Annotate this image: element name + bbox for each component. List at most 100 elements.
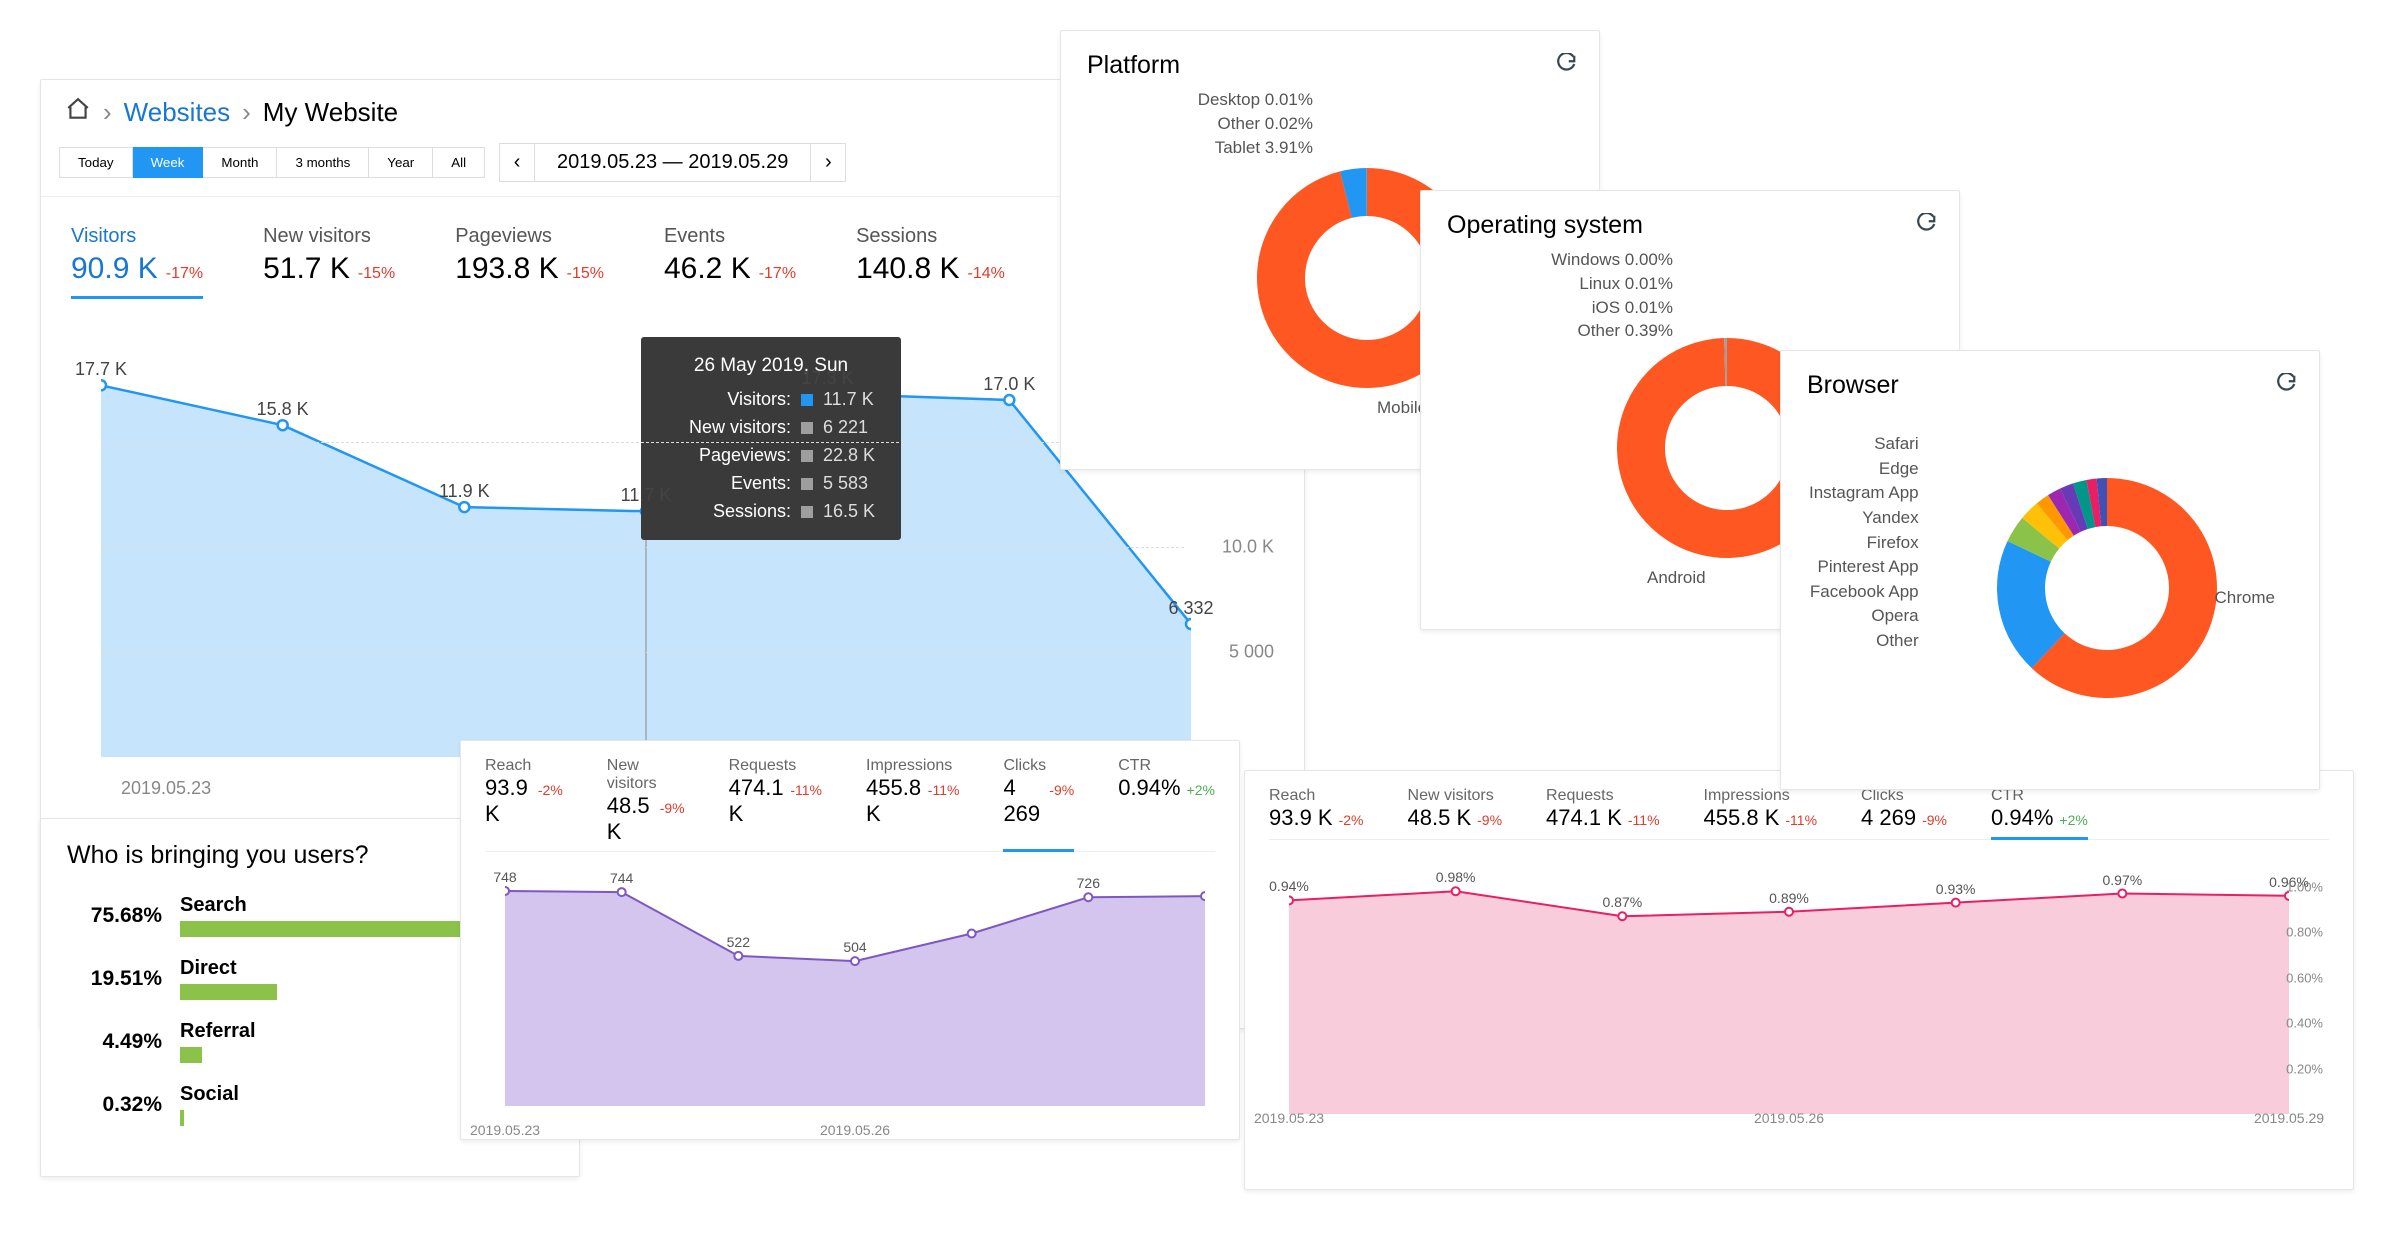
mini-metric-value: 48.5 K -9% [1408,805,1503,831]
breadcrumb-separator: › [103,97,112,128]
donut-label: Yandex [1809,506,1919,531]
period-3months[interactable]: 3 months [277,147,369,178]
tooltip-row: Visitors: 11.7 K [663,386,879,414]
traffic-source-bar [180,1110,184,1126]
refresh-icon[interactable] [2275,373,2297,395]
mini-metric-value: 0.94% +2% [1991,805,2088,831]
mini-metric-clicks[interactable]: Clicks 4 269 -9% [1003,757,1074,852]
mini-metric-value: 455.8 K -11% [866,775,959,827]
mini-metric-reach[interactable]: Reach 93.9 K -2% [485,757,563,845]
mini-metric-requests[interactable]: Requests 474.1 K -11% [729,757,822,845]
browser-card-title: Browser [1807,371,2293,400]
metric-value: 140.8 K -14% [856,252,1005,286]
refresh-icon[interactable] [1555,53,1577,75]
metric-delta: -17% [759,265,796,283]
mini-metric-label: Requests [729,757,822,775]
metric-delta: -15% [358,265,395,283]
mini-metrics-row: Reach 93.9 K -2% New visitors 48.5 K -9% R… [1269,787,2329,840]
mini-metric-new-visitors[interactable]: New visitors 48.5 K -9% [1408,787,1503,833]
mini-metric-delta: -9% [1922,812,1947,828]
metric-new-visitors[interactable]: New visitors 51.7 K -15% [263,225,395,299]
x-axis-label: 2019.05.23 [1254,1110,1324,1126]
clicks-chart-area[interactable]: 7487445225047262019.05.232019.05.26 [485,862,1215,1142]
date-next-button[interactable]: › [810,143,846,182]
mini-metric-value: 4 269 -9% [1003,775,1074,827]
metric-value: 51.7 K -15% [263,252,395,286]
refresh-icon[interactable] [1915,213,1937,235]
metric-delta: -15% [567,265,604,283]
mini-metric-requests[interactable]: Requests 474.1 K -11% [1546,787,1660,833]
metric-visitors[interactable]: Visitors 90.9 K -17% [71,225,203,299]
breadcrumb-websites[interactable]: Websites [124,97,230,128]
mini-metric-value: 93.9 K -2% [485,775,563,827]
clicks-card: Reach 93.9 K -2% New visitors 48.5 K -9% R… [460,740,1240,1140]
donut-label: Safari [1809,432,1919,457]
donut-label: Instagram App [1809,481,1919,506]
date-range-display[interactable]: 2019.05.23 — 2019.05.29 [535,143,810,182]
mini-metric-label: New visitors [1408,787,1503,805]
metric-pageviews[interactable]: Pageviews 193.8 K -15% [455,225,604,299]
y-axis-label: 0.80% [2286,925,2323,940]
y-axis-label: 5 000 [1229,642,1274,663]
metric-events[interactable]: Events 46.2 K -17% [664,225,796,299]
mini-metric-label: Reach [1269,787,1364,805]
donut-label: Other 0.02% [1198,112,1313,136]
mini-metric-label: Requests [1546,787,1660,805]
data-point-label: 726 [1077,875,1100,891]
tooltip-row: New visitors: 6 221 [663,414,879,442]
mini-metric-delta: -11% [1628,812,1660,828]
data-point-label: 6 332 [1168,598,1213,619]
x-axis-label: 2019.05.23 [470,1122,540,1138]
browser-donut-svg [1977,458,2237,718]
ctr-chart-area[interactable]: 0.94%0.98%0.87%0.89%0.93%0.97%0.96%2019.… [1269,850,2329,1130]
donut-label: Linux 0.01% [1551,272,1673,296]
data-point-label: 11.9 K [439,481,490,502]
period-year[interactable]: Year [369,147,433,178]
mini-metric-ctr[interactable]: CTR 0.94% +2% [1991,787,2088,840]
period-today[interactable]: Today [59,147,133,178]
data-point-label: 17.0 K [983,374,1035,395]
os-card-title: Operating system [1447,211,1933,240]
data-point-label: 17.7 K [75,359,127,380]
mini-metric-clicks[interactable]: Clicks 4 269 -9% [1861,787,1947,833]
mini-metric-value: 93.9 K -2% [1269,805,1364,831]
date-prev-button[interactable]: ‹ [499,143,535,182]
platform-card-title: Platform [1087,51,1573,80]
data-point-label: 0.98% [1436,869,1476,885]
metric-sessions[interactable]: Sessions 140.8 K -14% [856,225,1005,299]
donut-label: iOS 0.01% [1551,296,1673,320]
mini-metric-value: 474.1 K -11% [1546,805,1660,831]
donut-label: Facebook App [1809,580,1919,605]
donut-label: Desktop 0.01% [1198,88,1313,112]
y-axis-label: 0.20% [2286,1061,2323,1076]
data-point-label: 17.3 K [802,368,854,389]
mini-metric-delta: -9% [1049,782,1074,798]
mini-metric-impressions[interactable]: Impressions 455.8 K -11% [866,757,959,845]
metric-delta: -14% [967,265,1004,283]
donut-label: Windows 0.00% [1551,248,1673,272]
browser-card: Browser SafariEdgeInstagram AppYandexFir… [1780,350,2320,790]
period-all[interactable]: All [433,147,485,178]
home-icon[interactable] [65,96,91,129]
ctr-card: Reach 93.9 K -2% New visitors 48.5 K -9% R… [1244,770,2354,1190]
mini-metric-delta: -2% [1339,812,1364,828]
mini-metric-ctr[interactable]: CTR 0.94% +2% [1118,757,1215,845]
breadcrumb-separator: › [242,97,251,128]
donut-label: Firefox [1809,531,1919,556]
traffic-source-pct: 4.49% [67,1030,162,1054]
mini-metric-delta: -9% [660,800,685,816]
y-axis-label: 0.40% [2286,1016,2323,1031]
mini-metric-impressions[interactable]: Impressions 455.8 K -11% [1704,787,1818,833]
chart-tooltip: 26 May 2019, Sun Visitors: 11.7 K New vi… [641,337,901,540]
period-week[interactable]: Week [133,147,204,178]
donut-label: Opera [1809,604,1919,629]
data-point-label: 0.87% [1602,894,1642,910]
mini-metric-delta: -2% [538,782,563,798]
mini-metric-new-visitors[interactable]: New visitors 48.5 K -9% [607,757,685,845]
metric-label: New visitors [263,225,395,248]
period-month[interactable]: Month [203,147,277,178]
mini-metric-reach[interactable]: Reach 93.9 K -2% [1269,787,1364,833]
metric-delta: -17% [166,265,203,283]
breadcrumb-current: My Website [263,97,398,128]
metric-value: 46.2 K -17% [664,252,796,286]
